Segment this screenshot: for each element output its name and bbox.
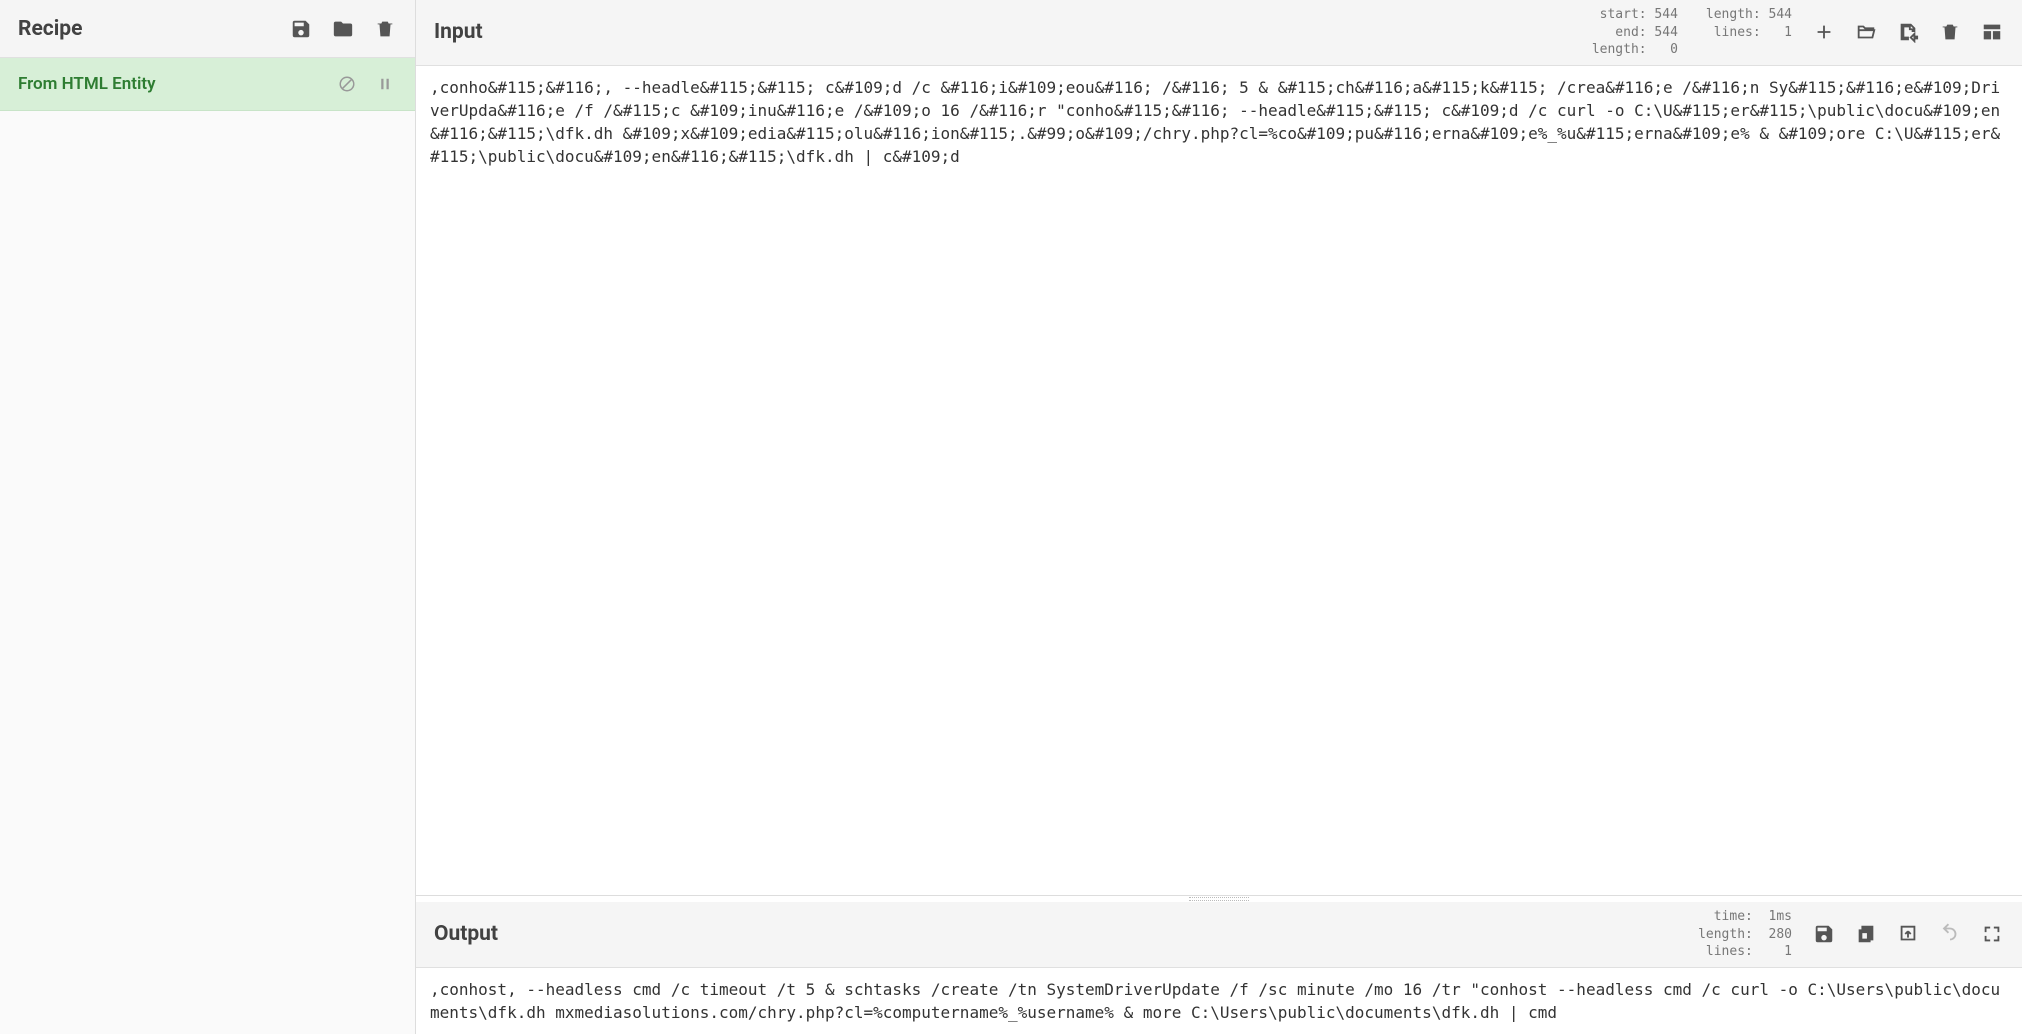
file-import-icon (1897, 21, 1919, 43)
output-info-stats: time: 1ms length: 280 lines: 1 (1698, 908, 1792, 961)
add-input-tab-button[interactable] (1812, 20, 1836, 44)
maximize-output-button[interactable] (1980, 922, 2004, 946)
move-up-icon (1897, 923, 1919, 945)
plus-icon (1813, 21, 1835, 43)
reset-layout-button[interactable] (1980, 20, 2004, 44)
input-length-stats: length: 544 lines: 1 (1706, 6, 1792, 59)
disable-operation-button[interactable] (335, 72, 359, 96)
ban-icon (338, 75, 356, 93)
replace-input-button[interactable] (1896, 922, 1920, 946)
input-stats: start: 544 end: 544 length: 0 length: 54… (1592, 6, 1792, 59)
open-folder-button[interactable] (1854, 20, 1878, 44)
output-pane: Output time: 1ms length: 280 lines: 1 (416, 902, 2022, 1034)
recipe-panel: Recipe From HTML Entity (0, 0, 416, 1034)
open-file-button[interactable] (1896, 20, 1920, 44)
operation-item[interactable]: From HTML Entity (0, 58, 415, 111)
input-title: Input (434, 20, 483, 44)
input-header: Input start: 544 end: 544 length: 0 leng… (416, 0, 2022, 66)
save-icon (290, 18, 312, 40)
input-pane: Input start: 544 end: 544 length: 0 leng… (416, 0, 2022, 896)
recipe-toolbar (289, 17, 397, 41)
trash-icon (1939, 21, 1961, 43)
operation-list[interactable]: From HTML Entity (0, 58, 415, 1034)
output-stats: time: 1ms length: 280 lines: 1 (1698, 908, 1792, 961)
clear-recipe-button[interactable] (373, 17, 397, 41)
pause-icon (376, 75, 394, 93)
copy-icon (1855, 923, 1877, 945)
clear-input-button[interactable] (1938, 20, 1962, 44)
output-textarea[interactable]: ,conhost, --headless cmd /c timeout /t 5… (416, 968, 2022, 1034)
trash-icon (374, 18, 396, 40)
output-toolbar (1812, 922, 2004, 946)
pause-operation-button[interactable] (373, 72, 397, 96)
io-panel: Input start: 544 end: 544 length: 0 leng… (416, 0, 2022, 1034)
undo-button[interactable] (1938, 922, 1962, 946)
operation-name: From HTML Entity (18, 74, 156, 94)
folder-icon (332, 18, 354, 40)
recipe-title: Recipe (18, 17, 82, 41)
recipe-header: Recipe (0, 0, 415, 58)
layout-icon (1981, 21, 2003, 43)
output-title: Output (434, 922, 498, 946)
copy-output-button[interactable] (1854, 922, 1878, 946)
input-toolbar (1812, 20, 2004, 44)
save-recipe-button[interactable] (289, 17, 313, 41)
operation-controls (335, 72, 397, 96)
input-selection-stats: start: 544 end: 544 length: 0 (1592, 6, 1678, 59)
folder-open-icon (1855, 21, 1877, 43)
output-header: Output time: 1ms length: 280 lines: 1 (416, 902, 2022, 968)
open-recipe-button[interactable] (331, 17, 355, 41)
fullscreen-icon (1981, 923, 2003, 945)
undo-icon (1939, 923, 1961, 945)
input-textarea[interactable]: ,conho&#115;&#116;, --headle&#115;&#115;… (416, 66, 2022, 895)
save-icon (1813, 923, 1835, 945)
save-output-button[interactable] (1812, 922, 1836, 946)
